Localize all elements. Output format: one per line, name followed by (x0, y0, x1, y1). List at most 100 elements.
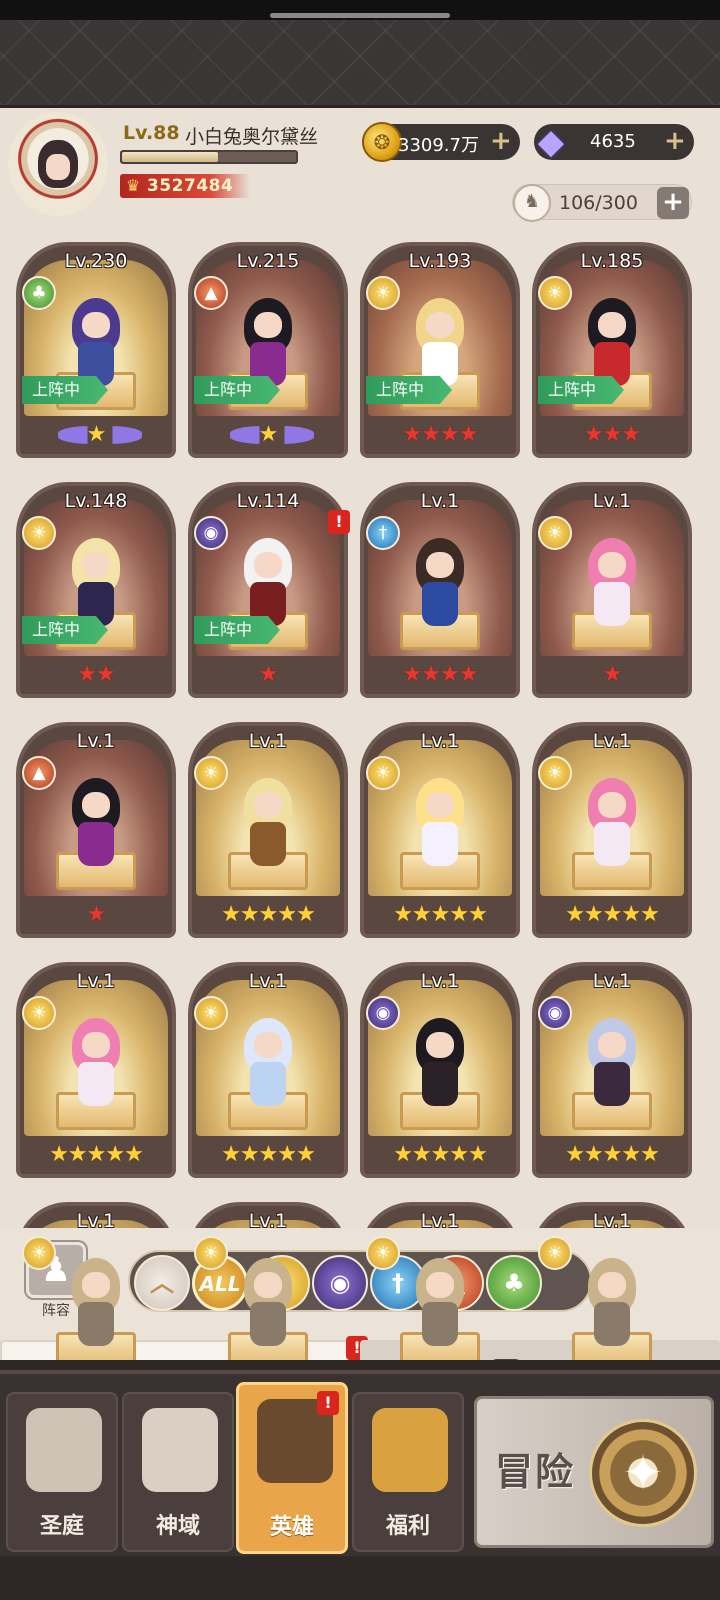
hero-card[interactable]: Lv.193 ☀ 上阵中 ★★★★ (360, 242, 520, 458)
hero-head (82, 312, 110, 338)
hero-level: Lv.1 (76, 730, 116, 752)
hero-stars: ★ (258, 662, 279, 687)
hero-level: Lv.1 (76, 970, 116, 992)
deployed-badge: 上阵中 (366, 376, 452, 404)
hero-card[interactable]: Lv.215 ▲ 上阵中 ★ (188, 242, 348, 458)
bottom-navigation: 冒险 ✦ 圣庭 神域 英雄! 福利 (0, 1360, 720, 1600)
hero-level: Lv.114 (236, 490, 300, 512)
hero-head (598, 1272, 626, 1298)
hero-card[interactable]: Lv.148 ☀ 上阵中 ★★ (16, 482, 176, 698)
gold-add-button[interactable]: + (490, 126, 512, 156)
faction-fire-icon: ▲ (194, 276, 228, 310)
hero-card[interactable]: Lv.1 ◉ ★★★★★ (360, 962, 520, 1178)
hero-page: Lv.88 小白兔奥尔黛丝 ♛ 3527484 ❂ 3309.7万 + ◆ 46… (0, 108, 720, 1360)
faction-dark-icon: ◉ (194, 516, 228, 550)
avatar-face (38, 140, 78, 188)
hero-card[interactable]: Lv.1 ☀ ★★★★★ (532, 722, 692, 938)
faction-water-icon: † (366, 516, 400, 550)
filter-dark-button[interactable]: ◉ (312, 1255, 368, 1311)
hero-body (594, 1062, 630, 1106)
hero-stars: ★ (20, 422, 172, 448)
hero-stars: ★ (192, 422, 344, 448)
hero-stars: ★★★★★ (221, 902, 316, 927)
deployed-badge: 上阵中 (538, 376, 624, 404)
diamond-icon: ◆ (537, 122, 565, 162)
hero-card[interactable]: Lv.1 ◉ ★★★★★ (532, 962, 692, 1178)
gem-value: 4635 (590, 131, 636, 152)
hero-body (78, 1302, 114, 1346)
deployed-badge: 上阵中 (194, 376, 280, 404)
adventure-button[interactable]: 冒险 ✦ (474, 1396, 714, 1548)
hero-body (78, 1062, 114, 1106)
hero-body (594, 822, 630, 866)
hero-card[interactable]: Lv.1 † ★★★★ (360, 482, 520, 698)
filter-wood-button[interactable]: ♣ (486, 1255, 542, 1311)
faction-light-icon: ☀ (538, 276, 572, 310)
hero-stars: ★★ (77, 662, 115, 687)
hero-level: Lv.1 (420, 970, 460, 992)
gold-resource[interactable]: ❂ 3309.7万 + (362, 122, 520, 162)
hero-level: Lv.1 (420, 490, 460, 512)
nav-item[interactable]: 神域 (122, 1392, 234, 1552)
hero-sprite (584, 1258, 640, 1354)
castle-icon (26, 1408, 102, 1492)
gem-add-button[interactable]: + (664, 126, 686, 156)
hero-sprite (68, 1258, 124, 1354)
hero-card[interactable]: Lv.230 ♣ 上阵中 ★ (16, 242, 176, 458)
nav-item-label: 福利 (385, 1514, 430, 1539)
player-avatar[interactable] (8, 112, 108, 216)
exp-bar-fill (122, 152, 218, 162)
hero-card[interactable]: Lv.185 ☀ 上阵中 ★★★ (532, 242, 692, 458)
hero-card[interactable]: Lv.1 ☀ ★★★★★ (360, 722, 520, 938)
hero-head (598, 792, 626, 818)
faction-light-icon: ☀ (194, 996, 228, 1030)
faction-dark-icon: ◉ (538, 996, 572, 1030)
crystal-icon (142, 1408, 218, 1492)
hero-card[interactable]: Lv.1 ☀ ★ (532, 482, 692, 698)
hero-body (250, 1302, 286, 1346)
faction-light-icon: ☀ (538, 516, 572, 550)
hero-head (82, 792, 110, 818)
hero-card[interactable]: Lv.114 ◉ 上阵中 ★! (188, 482, 350, 698)
hero-card[interactable]: Lv.1 ☀ ★★★★★ (188, 962, 348, 1178)
hero-body (422, 582, 458, 626)
hero-card[interactable]: Lv.1 ☀ ★★★★★ (16, 962, 176, 1178)
collapse-filter-icon[interactable]: ︿ (134, 1255, 190, 1311)
combat-power-value: 3527484 (147, 176, 234, 196)
hero-head (598, 1032, 626, 1058)
faction-light-icon: ☀ (194, 1236, 228, 1270)
gem-resource[interactable]: ◆ 4635 + (534, 122, 694, 162)
nav-item[interactable]: 圣庭 (6, 1392, 118, 1552)
hero-level: Lv.1 (592, 1210, 632, 1232)
faction-light-icon: ☀ (366, 1236, 400, 1270)
hero-head (254, 1272, 282, 1298)
hero-card[interactable]: Lv.1 ▲ ★ (16, 722, 176, 938)
hero-body (422, 1302, 458, 1346)
hero-level: Lv.1 (248, 1210, 288, 1232)
deployed-badge: 上阵中 (194, 616, 280, 644)
nav-item-label: 英雄 (269, 1515, 314, 1540)
hero-body (78, 822, 114, 866)
hero-level: Lv.1 (248, 730, 288, 752)
hero-level: Lv.1 (248, 970, 288, 992)
nav-item-label: 圣庭 (39, 1514, 84, 1539)
status-bar (0, 0, 720, 20)
faction-light-icon: ☀ (366, 276, 400, 310)
player-level: Lv.88 (123, 122, 180, 144)
nav-item[interactable]: 福利 (352, 1392, 464, 1552)
faction-light-icon: ☀ (366, 756, 400, 790)
hero-sprite (412, 778, 468, 874)
combat-power: ♛ 3527484 (120, 174, 250, 198)
hero-head (254, 1032, 282, 1058)
nav-bar: 冒险 ✦ 圣庭 神域 英雄! 福利 (0, 1370, 720, 1556)
hero-stars: ★★★★★ (565, 902, 660, 927)
hero-sprite (584, 1018, 640, 1114)
hero-card[interactable]: Lv.1 ☀ ★★★★★ (188, 722, 348, 938)
expand-slots-button[interactable]: + (657, 187, 689, 219)
nav-item[interactable]: 英雄! (236, 1382, 348, 1554)
hero-level: Lv.185 (580, 250, 644, 272)
hero-alert-icon: ! (328, 510, 350, 534)
hero-stars: ★★★★★ (49, 1142, 144, 1167)
hero-head (426, 1272, 454, 1298)
hero-level: Lv.1 (592, 970, 632, 992)
